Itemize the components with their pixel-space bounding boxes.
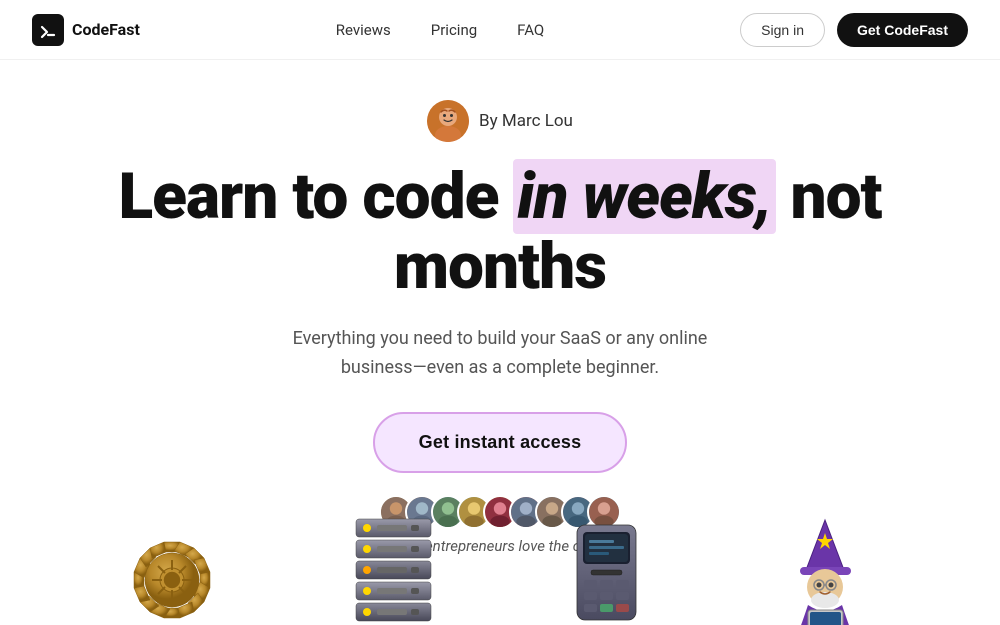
get-instant-access-button[interactable]: Get instant access [373, 412, 628, 473]
signin-button[interactable]: Sign in [740, 13, 825, 47]
logo-text: CodeFast [72, 20, 140, 39]
hero-title: Learn to code in weeks, not months [50, 162, 950, 303]
nav-item-faq[interactable]: FAQ [517, 20, 544, 39]
hero-subtitle: Everything you need to build your SaaS o… [260, 325, 740, 383]
nav-item-reviews[interactable]: Reviews [336, 20, 391, 39]
title-highlight: in weeks, [513, 159, 775, 234]
social-label: entrepreneurs love the course [421, 537, 617, 555]
nav-links: Reviews Pricing FAQ [336, 20, 544, 39]
hero-section: By Marc Lou Learn to code in weeks, not … [0, 60, 1000, 555]
nav-item-pricing[interactable]: Pricing [431, 20, 477, 39]
avatars-row [379, 495, 621, 529]
author-avatar [427, 100, 469, 142]
social-count: 2,101 [383, 537, 421, 555]
social-proof: 2,101 entrepreneurs love the course [379, 495, 621, 555]
navbar: CodeFast Reviews Pricing FAQ Sign in Get… [0, 0, 1000, 60]
author-badge: By Marc Lou [427, 100, 573, 142]
author-name: By Marc Lou [479, 111, 573, 131]
navbar-actions: Sign in Get CodeFast [740, 13, 968, 47]
title-before: Learn to code [118, 159, 513, 234]
logo[interactable]: CodeFast [32, 14, 140, 46]
get-codefast-button[interactable]: Get CodeFast [837, 13, 968, 47]
social-proof-text: 2,101 entrepreneurs love the course [383, 537, 617, 555]
avatar-9 [587, 495, 621, 529]
logo-icon [32, 14, 64, 46]
